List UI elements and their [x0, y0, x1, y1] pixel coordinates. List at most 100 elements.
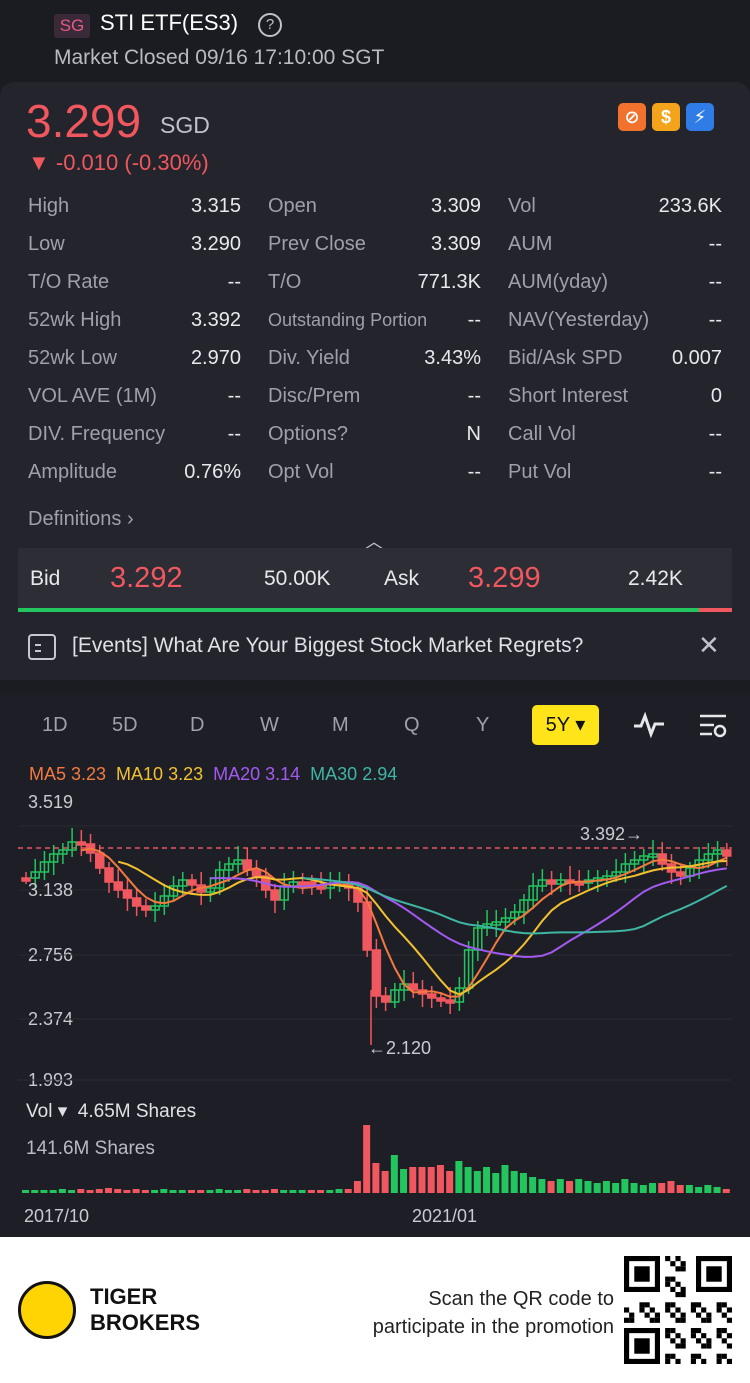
notice-icon — [28, 634, 56, 660]
tab-w[interactable]: W — [260, 714, 279, 737]
current-volume: 4.65M Shares — [77, 1101, 197, 1122]
definitions-link[interactable]: Definitions › — [28, 508, 134, 531]
ma-legend-item: MA30 2.94 — [310, 764, 398, 784]
stat-label: T/O — [268, 271, 302, 293]
stat-label: Bid/Ask SPD — [508, 347, 623, 369]
dollar-icon[interactable]: $ — [652, 103, 680, 131]
stats-row: 52wk Low 2.970 Div. Yield 3.43% Bid/Ask SPD 0… — [28, 344, 724, 382]
price-change: ▼ -0.010 (-0.30%) — [28, 150, 209, 175]
stat-value: -- — [708, 461, 722, 483]
stat-label: Div. Yield — [268, 347, 350, 369]
stats-row: 52wk High 3.392 Outstanding Portion -- NAV(Y… — [28, 306, 724, 344]
bid-ratio-bar — [18, 608, 700, 612]
indicator-icon[interactable] — [632, 710, 666, 740]
ask-ratio-bar — [699, 608, 732, 612]
stat-value: -- — [467, 461, 481, 483]
tab-q[interactable]: Q — [404, 714, 420, 737]
no-short-icon[interactable]: ⊘ — [618, 103, 646, 131]
stat-label: Call Vol — [508, 423, 576, 445]
stat-value: -- — [708, 271, 722, 293]
bid-ask-bar: Bid 3.292 50.00K Ask 3.299 2.42K — [18, 548, 732, 612]
stats-row: High 3.315 Open 3.309 Vol 233.6K — [28, 192, 724, 230]
stats-row: DIV. Frequency -- Options? N Call Vol -- — [28, 420, 724, 458]
ask-qty: 2.42K — [628, 567, 683, 590]
bid-label: Bid — [30, 567, 61, 590]
last-price: 3.299 — [26, 95, 142, 147]
stat-label: 52wk Low — [28, 347, 117, 369]
stat-label: Outstanding Portion — [268, 310, 428, 330]
feature-badges: ⊘ $ ⚡ — [618, 103, 720, 131]
stat-label: Put Vol — [508, 461, 572, 483]
stat-value: 0.76% — [184, 461, 241, 483]
bid-price: 3.292 — [110, 562, 183, 594]
promo-text: Scan the QR code to participate in the pr… — [372, 1288, 614, 1338]
stat-value: 3.309 — [430, 233, 481, 255]
high-annotation: 3.392→ — [580, 824, 644, 844]
tab-m[interactable]: M — [332, 714, 349, 737]
price-axis-label: 3.138 — [28, 880, 74, 900]
brand-name: TIGER BROKERS — [90, 1284, 201, 1335]
stat-label: Low — [28, 233, 65, 255]
tab-1d[interactable]: 1D — [42, 714, 68, 737]
stat-label: Opt Vol — [268, 461, 334, 483]
stat-label: Vol — [508, 195, 536, 217]
stat-label: High — [28, 195, 70, 217]
stat-value: 771.3K — [417, 271, 481, 293]
stat-label: Open — [268, 195, 317, 217]
event-text: [Events] What Are Your Biggest Stock Mar… — [72, 634, 584, 657]
chart-settings-icon[interactable] — [698, 712, 728, 740]
ask-price: 3.299 — [468, 562, 541, 594]
stat-value: -- — [467, 385, 481, 407]
stat-value: 2.970 — [190, 347, 241, 369]
event-banner[interactable]: [Events] What Are Your Biggest Stock Mar… — [0, 614, 750, 678]
stat-label: DIV. Frequency — [28, 423, 166, 445]
market-status: Market Closed 09/16 17:10:00 SGT — [54, 46, 385, 69]
stat-label: Prev Close — [268, 233, 366, 255]
stat-value: 3.392 — [190, 309, 241, 331]
stat-label: 52wk High — [28, 309, 122, 331]
currency: SGD — [160, 112, 210, 138]
date-axis-label: 2017/10 — [24, 1206, 90, 1226]
stat-label: AUM — [508, 233, 553, 255]
tab-5y[interactable]: 5Y ▾ — [532, 705, 599, 745]
qr-code-icon[interactable] — [624, 1256, 732, 1364]
stat-value: -- — [708, 233, 722, 255]
stats-row: Low 3.290 Prev Close 3.309 AUM -- — [28, 230, 724, 268]
volume-max: 141.6M Shares — [26, 1138, 155, 1159]
stat-label: Short Interest — [508, 385, 629, 407]
ask-label: Ask — [384, 567, 420, 590]
stat-value: -- — [467, 309, 481, 331]
stat-value: 3.43% — [424, 347, 481, 369]
stat-value: 3.290 — [190, 233, 241, 255]
moving-average-legend: MA5 3.23 MA10 3.23 MA20 3.14 MA30 2.94 — [29, 764, 407, 785]
stat-value: -- — [227, 385, 241, 407]
low-annotation: ←2.120 — [368, 1038, 432, 1058]
ma-legend-item: MA10 3.23 — [116, 764, 204, 784]
stat-value: 0.007 — [671, 347, 722, 369]
stat-value: N — [466, 423, 481, 445]
header-bar: SG STI ETF(ES3) ? Market Closed 09/16 17… — [0, 0, 750, 80]
stats-row: VOL AVE (1M) -- Disc/Prem -- Short Interest 0 — [28, 382, 724, 420]
tab-d[interactable]: D — [190, 714, 204, 737]
help-icon[interactable]: ? — [258, 13, 282, 37]
stat-value: 0 — [710, 385, 722, 407]
stat-label: Disc/Prem — [268, 385, 361, 407]
stats-row: Amplitude 0.76% Opt Vol -- Put Vol -- — [28, 458, 724, 496]
tab-y[interactable]: Y — [476, 714, 489, 737]
stat-label: NAV(Yesterday) — [508, 309, 650, 331]
stat-label: Amplitude — [28, 461, 117, 483]
stat-value: 3.315 — [190, 195, 241, 217]
stat-label: Options? — [268, 423, 349, 445]
stat-value: -- — [227, 423, 241, 445]
stat-value: -- — [227, 271, 241, 293]
tiger-logo-icon — [18, 1281, 76, 1339]
stat-label: VOL AVE (1M) — [28, 385, 157, 407]
bid-qty: 50.00K — [264, 567, 331, 590]
tab-5d[interactable]: 5D — [112, 714, 138, 737]
stats-row: T/O Rate -- T/O 771.3K AUM(yday) -- — [28, 268, 724, 306]
market-badge: SG — [54, 14, 90, 38]
date-axis-label: 2021/01 — [412, 1206, 478, 1226]
close-icon[interactable]: ✕ — [698, 630, 720, 661]
ma-legend-item: MA20 3.14 — [213, 764, 301, 784]
flash-icon[interactable]: ⚡ — [686, 103, 714, 131]
